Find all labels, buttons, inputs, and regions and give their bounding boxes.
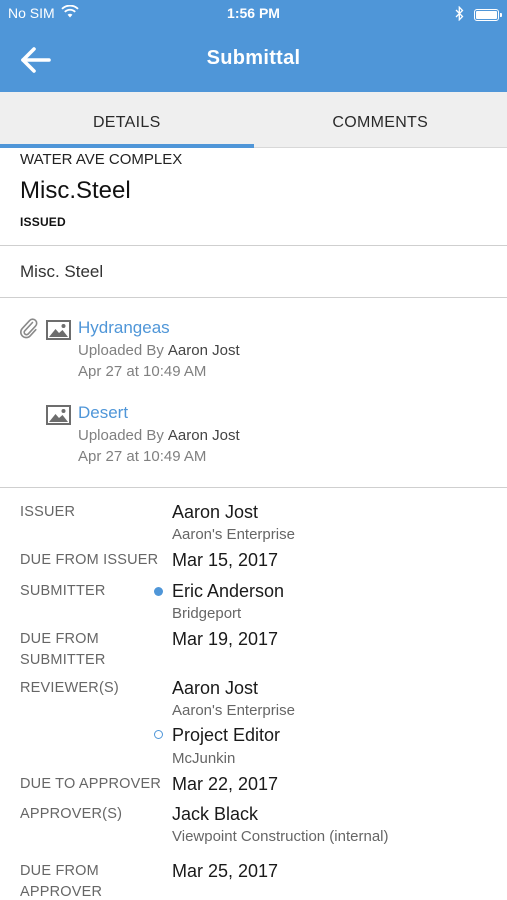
due-from-issuer-label: DUE FROM ISSUER	[20, 552, 159, 568]
uploaded-by-label: Uploaded By	[78, 342, 164, 359]
submittal-header: WATER AVE COMPLEX Misc.Steel ISSUED	[0, 148, 507, 246]
submitter-company: Bridgeport	[172, 605, 242, 622]
uploader-name: Aaron Jost	[167, 342, 240, 359]
description-text: Misc. Steel	[20, 262, 104, 281]
due-from-approver-label-line2: APPROVER	[20, 884, 103, 900]
upload-date: Apr 27 at 10:49 AM	[78, 363, 207, 380]
reviewer-company: McJunkin	[172, 750, 236, 767]
uploaded-by-label: Uploaded By	[78, 427, 164, 444]
attachment-link[interactable]: Desert	[78, 403, 128, 423]
tab-details[interactable]: DETAILS	[0, 92, 254, 148]
pending-step-indicator	[154, 730, 163, 739]
tab-comments[interactable]: COMMENTS	[254, 92, 507, 147]
uploaded-by: Uploaded By Aaron Jost	[78, 427, 240, 444]
upload-date: Apr 27 at 10:49 AM	[78, 448, 207, 465]
current-step-indicator	[154, 587, 163, 596]
due-from-approver-label: DUE FROM APPROVER	[20, 861, 102, 900]
due-from-submitter-date: Mar 19, 2017	[172, 629, 279, 649]
uploader-name: Aaron Jost	[167, 427, 240, 444]
reviewers-label: REVIEWER(S)	[20, 680, 119, 696]
page-title: Submittal	[206, 47, 301, 69]
bluetooth-icon	[455, 5, 464, 24]
paperclip-icon	[19, 317, 39, 344]
status-time: 1:56 PM	[227, 5, 280, 21]
due-from-approver-date: Mar 25, 2017	[172, 861, 279, 881]
reviewer-name: Aaron Jost	[172, 678, 259, 698]
due-from-submitter-label-line2: SUBMITTER	[20, 652, 106, 668]
uploaded-by: Uploaded By Aaron Jost	[78, 342, 240, 359]
reviewer-name: Project Editor	[172, 725, 281, 745]
approver-name: Jack Black	[172, 804, 259, 824]
battery-fill	[476, 11, 497, 19]
submitter-label: SUBMITTER	[20, 583, 106, 599]
approver-company: Viewpoint Construction (internal)	[172, 828, 389, 845]
due-to-approver-date: Mar 22, 2017	[172, 774, 279, 794]
image-icon	[46, 320, 71, 345]
tab-bar: DETAILS COMMENTS	[0, 92, 507, 148]
approvers-label: APPROVER(S)	[20, 806, 123, 822]
attachment-link[interactable]: Hydrangeas	[78, 318, 170, 338]
submitter-name: Eric Anderson	[172, 581, 285, 601]
attachments-section: Hydrangeas Uploaded By Aaron Jost Apr 27 …	[0, 298, 507, 488]
description-section: Misc. Steel	[0, 246, 507, 298]
issuer-label: ISSUER	[20, 504, 76, 520]
issuer-name: Aaron Jost	[172, 502, 259, 522]
due-from-submitter-label: DUE FROM SUBMITTER	[20, 629, 106, 671]
due-to-approver-label: DUE TO APPROVER	[20, 776, 162, 792]
status-right	[455, 5, 502, 24]
battery-icon	[474, 9, 502, 21]
submittal-title: Misc.Steel	[20, 177, 131, 204]
issuer-company: Aaron's Enterprise	[172, 526, 295, 543]
status-bar: No SIM 1:56 PM	[0, 0, 507, 28]
project-name: WATER AVE COMPLEX	[20, 151, 183, 168]
navigation-bar: Submittal	[0, 28, 507, 92]
image-icon	[46, 405, 71, 430]
due-from-approver-label-line1: DUE FROM	[20, 863, 99, 879]
status-badge: ISSUED	[20, 215, 66, 229]
reviewer-company: Aaron's Enterprise	[172, 702, 295, 719]
due-from-issuer-date: Mar 15, 2017	[172, 550, 279, 570]
due-from-submitter-label-line1: DUE FROM	[20, 631, 99, 647]
